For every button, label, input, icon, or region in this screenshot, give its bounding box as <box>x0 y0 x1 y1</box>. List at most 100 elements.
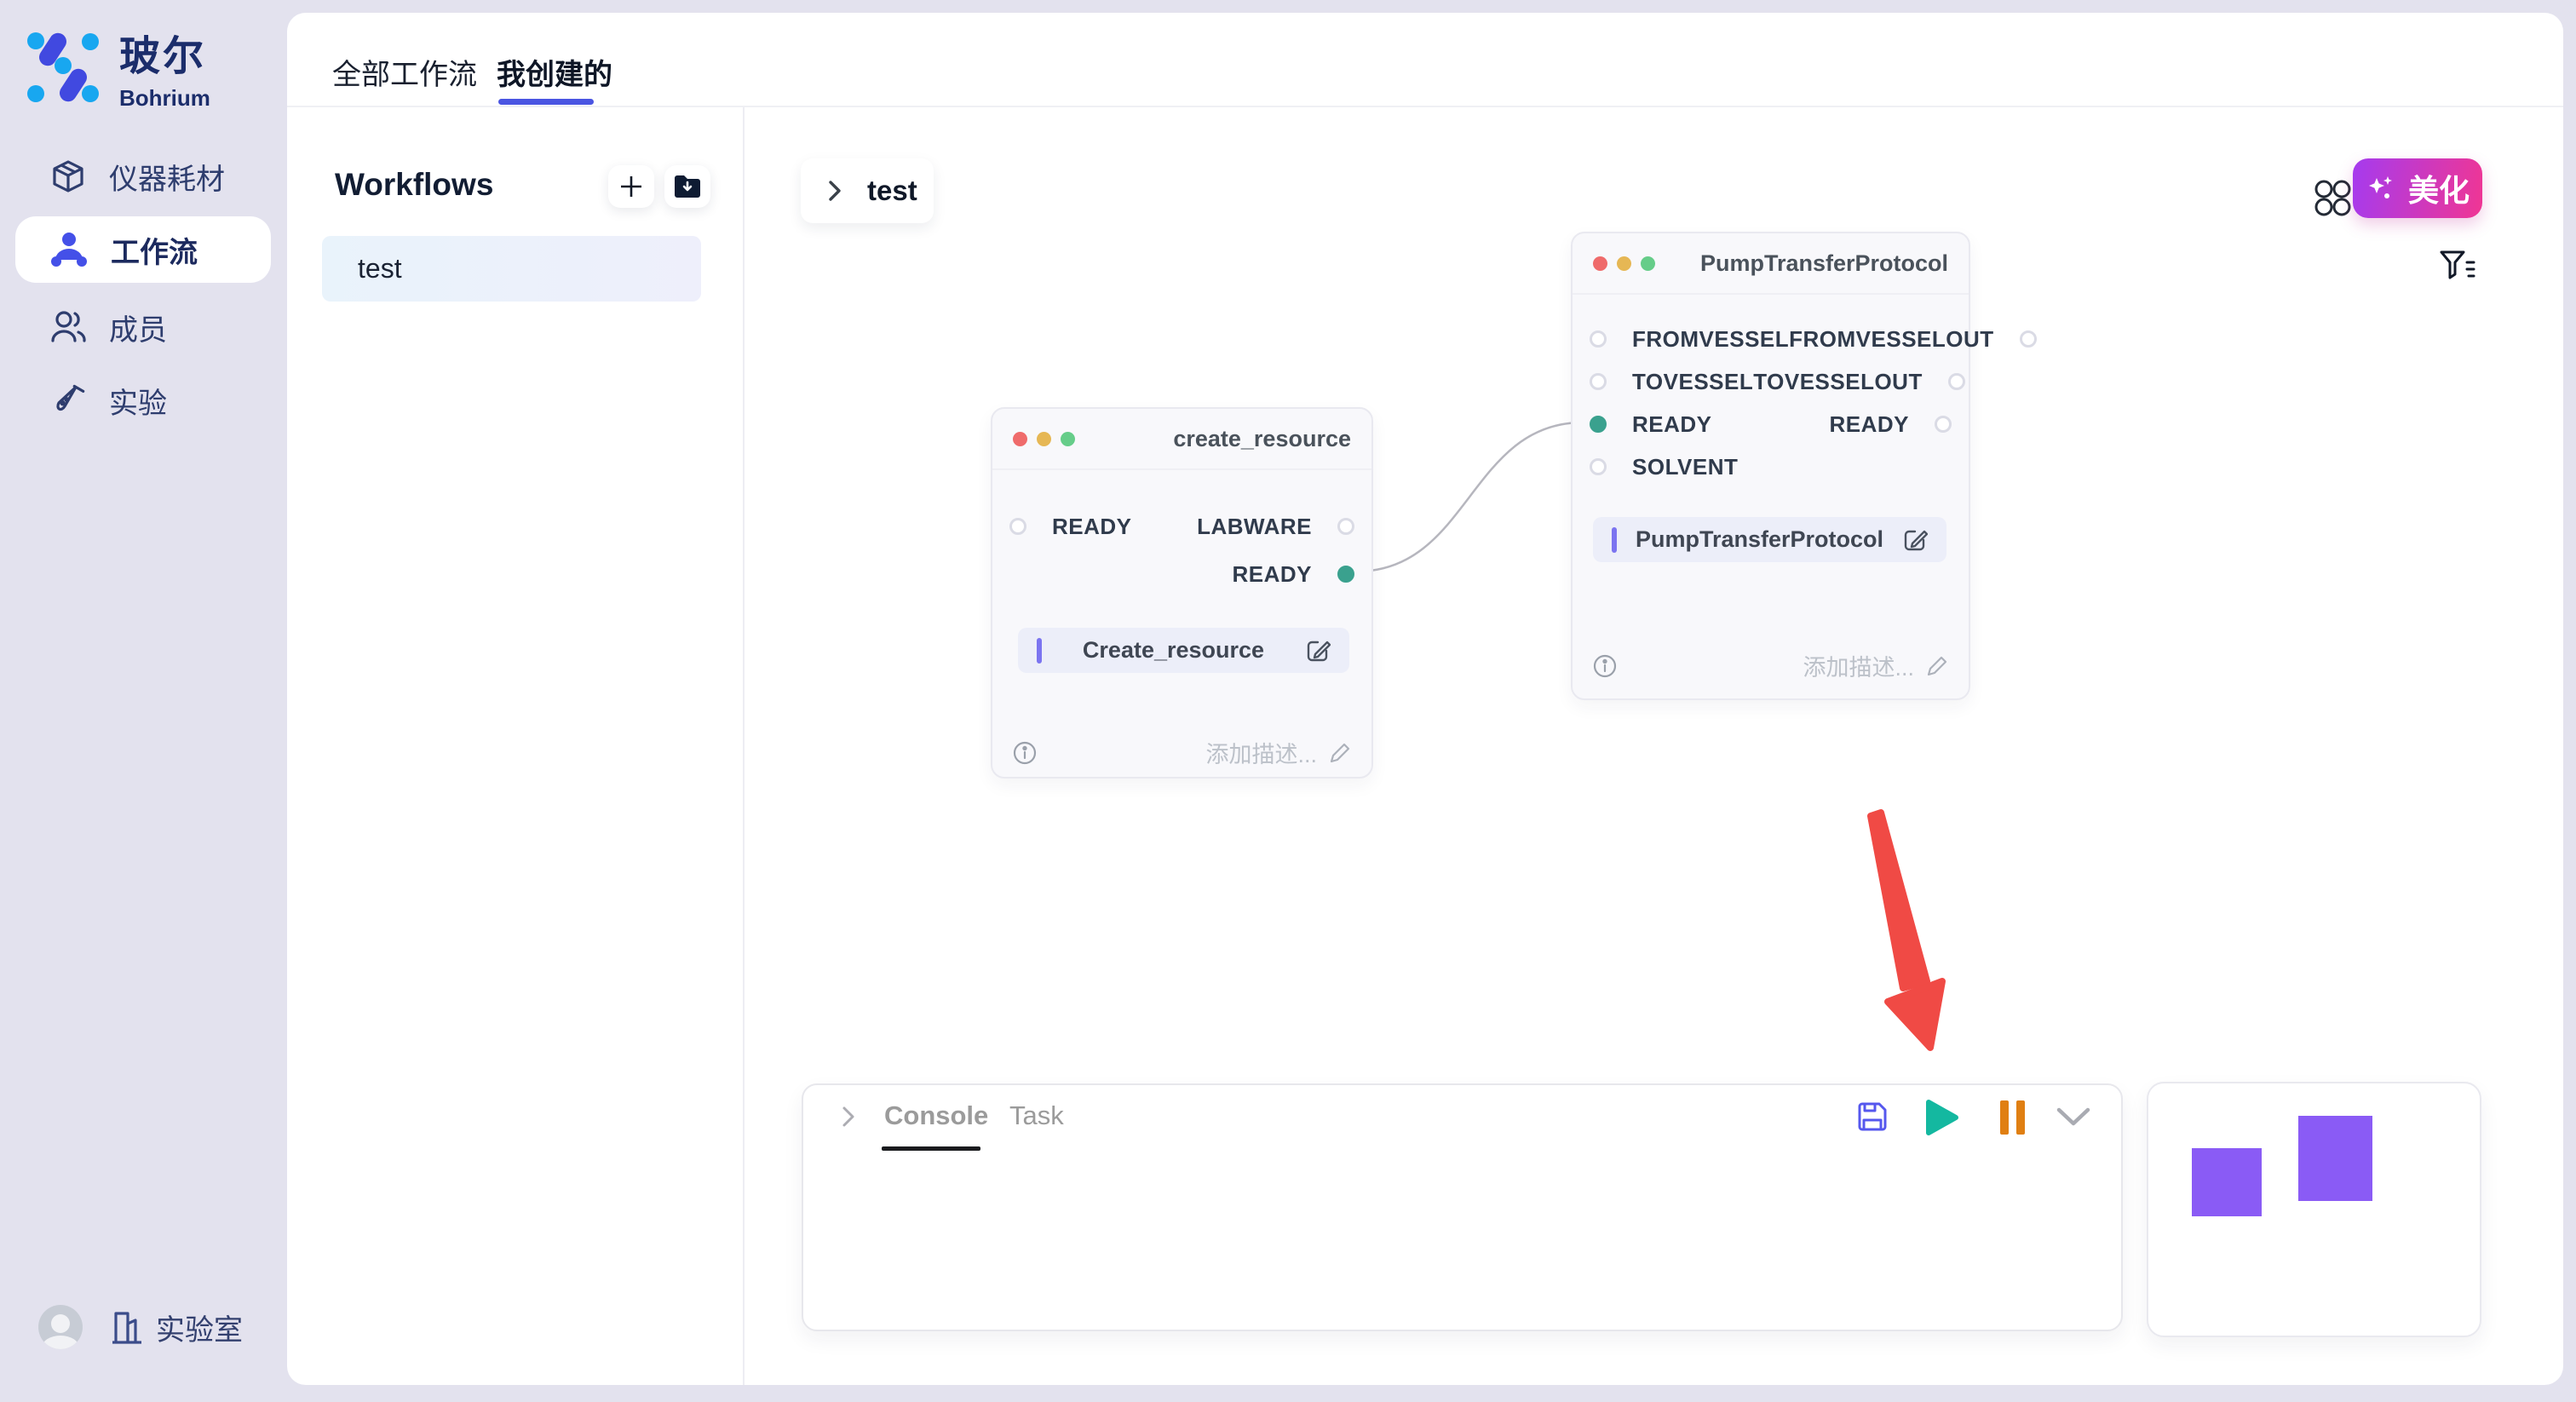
brand-logo: 玻尔 Bohrium <box>26 22 210 112</box>
folder-download-icon <box>673 174 702 199</box>
description-placeholder[interactable]: 添加描述... <box>1205 736 1317 769</box>
dot-green <box>1061 432 1075 446</box>
annotation-arrow <box>1831 792 1985 1065</box>
edge-create-to-pump <box>1337 409 1610 588</box>
node-header: create_resource <box>992 409 1371 470</box>
minimap-node-create-resource <box>2192 1148 2262 1216</box>
canvas-breadcrumb[interactable]: test <box>801 158 934 223</box>
sidebar-item-label: 工作流 <box>111 229 198 271</box>
beautify-button[interactable]: 美化 <box>2353 158 2482 218</box>
sparkles-icon <box>2366 173 2396 204</box>
port-label: READY <box>1052 514 1132 540</box>
test-tube-icon <box>49 382 87 419</box>
sidebar-item-members[interactable]: 成员 <box>15 294 271 360</box>
edit-icon[interactable] <box>1902 527 1928 553</box>
node-title: create_resource <box>1173 426 1351 452</box>
port-label: FROMVESSELOUT <box>1789 326 1994 353</box>
node-footer: 添加描述... <box>1593 649 1948 682</box>
port-label: READY <box>1829 411 1909 438</box>
node-action-button[interactable]: PumpTransferProtocol <box>1593 517 1946 562</box>
building-icon <box>108 1308 144 1346</box>
tab-all-workflows[interactable]: 全部工作流 <box>332 51 477 93</box>
sidebar-item-experiments[interactable]: 实验 <box>15 367 271 434</box>
traffic-dots <box>1013 432 1075 446</box>
console-tab-underline <box>882 1146 980 1151</box>
port-label: TOVESSEL <box>1632 369 1753 395</box>
node-action-label: Create_resource <box>1042 637 1305 664</box>
port-label: READY <box>1632 411 1712 438</box>
run-icon[interactable] <box>1925 1099 1959 1136</box>
brand-name-cn: 玻尔 <box>119 22 210 82</box>
port-out-ready[interactable] <box>1935 416 1952 433</box>
node-title: PumpTransferProtocol <box>1700 250 1948 277</box>
save-icon[interactable] <box>1855 1100 1889 1134</box>
pencil-icon[interactable] <box>1329 742 1351 764</box>
info-icon[interactable] <box>1593 654 1617 678</box>
pencil-icon[interactable] <box>1926 655 1948 677</box>
breadcrumb-label: test <box>867 175 917 207</box>
node-footer: 添加描述... <box>1013 736 1351 769</box>
minimap[interactable] <box>2147 1082 2481 1337</box>
node-action-label: PumpTransferProtocol <box>1617 526 1902 553</box>
workflow-list-item[interactable]: test <box>322 236 701 302</box>
port-in-tovessel[interactable] <box>1590 373 1607 390</box>
tab-console[interactable]: Console <box>884 1100 988 1131</box>
description-placeholder[interactable]: 添加描述... <box>1803 649 1914 682</box>
port-label: TOVESSELOUT <box>1753 369 1923 395</box>
active-tab-underline <box>498 99 594 105</box>
bohrium-logo-icon <box>26 30 101 105</box>
beautify-label: 美化 <box>2408 166 2470 210</box>
port-in-solvent[interactable] <box>1590 458 1607 475</box>
add-workflow-button[interactable] <box>608 165 654 208</box>
dot-green <box>1641 256 1655 271</box>
dot-yellow <box>1037 432 1051 446</box>
sidebar-item-instruments[interactable]: 仪器耗材 <box>15 143 271 210</box>
port-label: FROMVESSEL <box>1632 326 1789 353</box>
port-label: READY <box>1232 561 1312 588</box>
workflow-item-name: test <box>358 253 402 284</box>
node-header: PumpTransferProtocol <box>1573 233 1969 295</box>
sidebar-item-workflows[interactable]: 工作流 <box>15 216 271 283</box>
plus-icon <box>618 174 644 199</box>
port-in-ready[interactable] <box>1009 518 1026 535</box>
avatar[interactable] <box>38 1305 83 1349</box>
sidebar-item-label: 仪器耗材 <box>109 156 225 198</box>
lab-label: 实验室 <box>156 1307 243 1348</box>
dot-red <box>1013 432 1027 446</box>
port-label: SOLVENT <box>1632 454 1738 480</box>
port-label: LABWARE <box>1197 514 1312 540</box>
tab-task[interactable]: Task <box>1009 1100 1064 1131</box>
port-out-tovesselout[interactable] <box>1948 373 1965 390</box>
edit-icon[interactable] <box>1305 638 1331 664</box>
chevron-right-icon <box>825 179 845 203</box>
node-pump-transfer-protocol[interactable]: PumpTransferProtocol FROMVESSEL FROMVESS… <box>1571 232 1970 700</box>
sidebar-item-label: 成员 <box>109 307 167 348</box>
dot-yellow <box>1617 256 1631 271</box>
node-action-button[interactable]: Create_resource <box>1018 628 1349 673</box>
port-in-ready[interactable] <box>1590 416 1607 433</box>
minimap-node-pump-transfer <box>2298 1116 2372 1201</box>
console-expand-icon[interactable] <box>839 1106 858 1128</box>
workflow-group-icon <box>49 231 89 268</box>
dot-red <box>1593 256 1607 271</box>
package-icon <box>49 158 87 195</box>
brand-name-en: Bohrium <box>119 85 210 112</box>
traffic-dots <box>1593 256 1655 271</box>
port-out-ready[interactable] <box>1337 566 1354 583</box>
lab-switcher[interactable]: 实验室 <box>108 1307 243 1348</box>
pause-icon[interactable] <box>1998 1100 2027 1135</box>
filter-icon[interactable] <box>2438 247 2477 286</box>
account-row[interactable]: 实验室 <box>38 1305 243 1349</box>
node-create-resource[interactable]: create_resource READY LABWARE READY Crea… <box>991 407 1373 779</box>
collapse-console-icon[interactable] <box>2056 1107 2090 1128</box>
members-icon <box>49 308 87 346</box>
port-out-labware[interactable] <box>1337 518 1354 535</box>
import-folder-button[interactable] <box>664 165 710 208</box>
workflows-panel-title: Workflows <box>335 167 493 203</box>
port-out-fromvesselout[interactable] <box>2020 330 2037 348</box>
sidebar-item-label: 实验 <box>109 380 167 422</box>
info-icon[interactable] <box>1013 741 1037 765</box>
port-in-fromvessel[interactable] <box>1590 330 1607 348</box>
layout-grid-icon[interactable] <box>2310 175 2355 220</box>
tab-my-created[interactable]: 我创建的 <box>497 51 612 93</box>
